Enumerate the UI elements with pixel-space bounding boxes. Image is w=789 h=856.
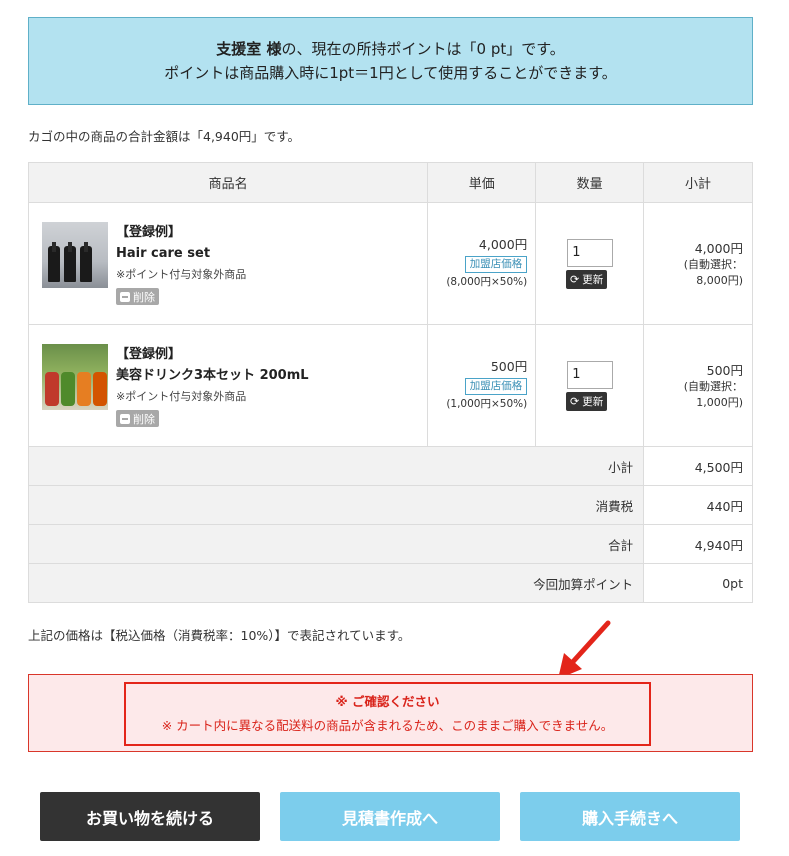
item-qty-cell: ⟳ 更新 <box>535 324 645 447</box>
item-price-cell: 500円 加盟店価格 (1,000円×50%) <box>427 324 537 447</box>
alert-message: ※ カート内に異なる配送料の商品が含まれるため、このままご購入できません。 <box>161 718 614 733</box>
refresh-icon: ⟳ <box>570 272 580 286</box>
update-button[interactable]: ⟳ 更新 <box>566 269 608 289</box>
update-label: 更新 <box>582 273 604 286</box>
checkout-button[interactable]: 購入手続きへ <box>520 792 740 841</box>
summary-label: 小計 <box>27 446 645 486</box>
item-title-link[interactable]: Hair care set <box>116 243 246 265</box>
alert-title: ※ ご確認ください <box>335 694 440 709</box>
update-button[interactable]: ⟳ 更新 <box>566 391 608 411</box>
summary-label: 合計 <box>27 524 645 564</box>
summary-value: 440円 <box>643 485 753 525</box>
summary-label: 今回加算ポイント <box>27 563 645 603</box>
item-title-link[interactable]: 美容ドリンク3本セット 200mL <box>116 365 309 387</box>
cart-total-text: カゴの中の商品の合計金額は「4,940円」です。 <box>28 129 301 144</box>
hair-care-product-image[interactable] <box>42 222 108 288</box>
user-name: 支援室 様 <box>216 40 282 58</box>
item-tag: 【登録例】 <box>116 225 182 240</box>
summary-value: 4,500円 <box>643 446 753 486</box>
delete-button[interactable]: 削除 <box>116 288 159 305</box>
auto-select-label: (自動選択： <box>683 258 743 271</box>
unit-price: 4,000円 <box>478 237 528 252</box>
cart-item-row: 【登録例】 美容ドリンク3本セット 200mL ※ポイント付与対象外商品 削除 … <box>27 324 753 447</box>
unit-price: 500円 <box>490 359 528 374</box>
summary-label: 消費税 <box>27 485 645 525</box>
item-subtotal-cell: 500円 (自動選択： 1,000円) <box>643 324 753 447</box>
auto-select-value: 8,000円) <box>696 274 743 287</box>
item-product-cell: 【登録例】 Hair care set ※ポイント付与対象外商品 削除 <box>27 202 429 325</box>
delete-label: 削除 <box>133 412 155 426</box>
summary-row-tax: 消費税 440円 <box>27 485 753 525</box>
header-subtotal: 小計 <box>643 162 753 203</box>
header-quantity: 数量 <box>535 162 645 203</box>
item-tag: 【登録例】 <box>116 347 182 362</box>
points-line-2: ポイントは商品購入時に1pt＝1円として使用することができます。 <box>164 64 617 82</box>
beauty-drink-product-image[interactable] <box>42 344 108 410</box>
summary-value: 4,940円 <box>643 524 753 564</box>
header-unit-price: 単価 <box>427 162 537 203</box>
update-label: 更新 <box>582 395 604 408</box>
minus-square-icon <box>120 413 130 424</box>
shipping-alert: ※ ご確認ください ※ カート内に異なる配送料の商品が含まれるため、このままご購… <box>28 674 753 752</box>
points-line-1: 支援室 様の、現在の所持ポイントは「0 pt」です。 <box>216 37 564 61</box>
item-point-note: ※ポイント付与対象外商品 <box>116 268 247 281</box>
summary-row-total: 合計 4,940円 <box>27 524 753 564</box>
delete-button[interactable]: 削除 <box>116 410 159 427</box>
summary-value: 0pt <box>643 563 753 603</box>
item-subtotal: 500円 <box>706 363 743 378</box>
item-subtotal: 4,000円 <box>694 241 743 256</box>
minus-square-icon <box>120 291 130 302</box>
points-line-1-text: の、現在の所持ポイントは「0 pt」です。 <box>281 40 565 58</box>
item-point-note: ※ポイント付与対象外商品 <box>116 390 247 403</box>
continue-shopping-button[interactable]: お買い物を続ける <box>40 792 260 841</box>
quantity-input[interactable] <box>567 360 614 389</box>
delete-label: 削除 <box>133 290 155 304</box>
cart-table: 商品名 単価 数量 小計 【登録例】 Hair care set ※ポイント付与… <box>27 162 753 603</box>
header-product-name: 商品名 <box>27 162 429 203</box>
refresh-icon: ⟳ <box>570 394 580 408</box>
shop-price-badge: 加盟店価格 <box>464 378 528 395</box>
auto-select-value: 1,000円) <box>696 396 743 409</box>
cart-item-row: 【登録例】 Hair care set ※ポイント付与対象外商品 削除 4,00… <box>27 202 753 325</box>
item-price-cell: 4,000円 加盟店価格 (8,000円×50%) <box>427 202 537 325</box>
shop-price-badge: 加盟店価格 <box>464 256 528 273</box>
alert-highlight: ※ ご確認ください ※ カート内に異なる配送料の商品が含まれるため、このままご購… <box>124 682 651 746</box>
price-calc: (8,000円×50%) <box>446 276 528 288</box>
quantity-input[interactable] <box>567 238 614 267</box>
item-subtotal-cell: 4,000円 (自動選択： 8,000円) <box>643 202 753 325</box>
item-qty-cell: ⟳ 更新 <box>535 202 645 325</box>
summary-row-points: 今回加算ポイント 0pt <box>27 563 753 603</box>
create-quote-button[interactable]: 見積書作成へ <box>280 792 500 841</box>
auto-select-label: (自動選択： <box>683 380 743 393</box>
summary-row-subtotal: 小計 4,500円 <box>27 446 753 486</box>
points-notice: 支援室 様の、現在の所持ポイントは「0 pt」です。 ポイントは商品購入時に1p… <box>28 17 753 105</box>
item-product-cell: 【登録例】 美容ドリンク3本セット 200mL ※ポイント付与対象外商品 削除 <box>27 324 429 447</box>
cart-table-header: 商品名 単価 数量 小計 <box>27 162 753 203</box>
price-calc: (1,000円×50%) <box>446 398 528 410</box>
tax-note: 上記の価格は【税込価格（消費税率：10%）】で表記されています。 <box>28 628 411 643</box>
